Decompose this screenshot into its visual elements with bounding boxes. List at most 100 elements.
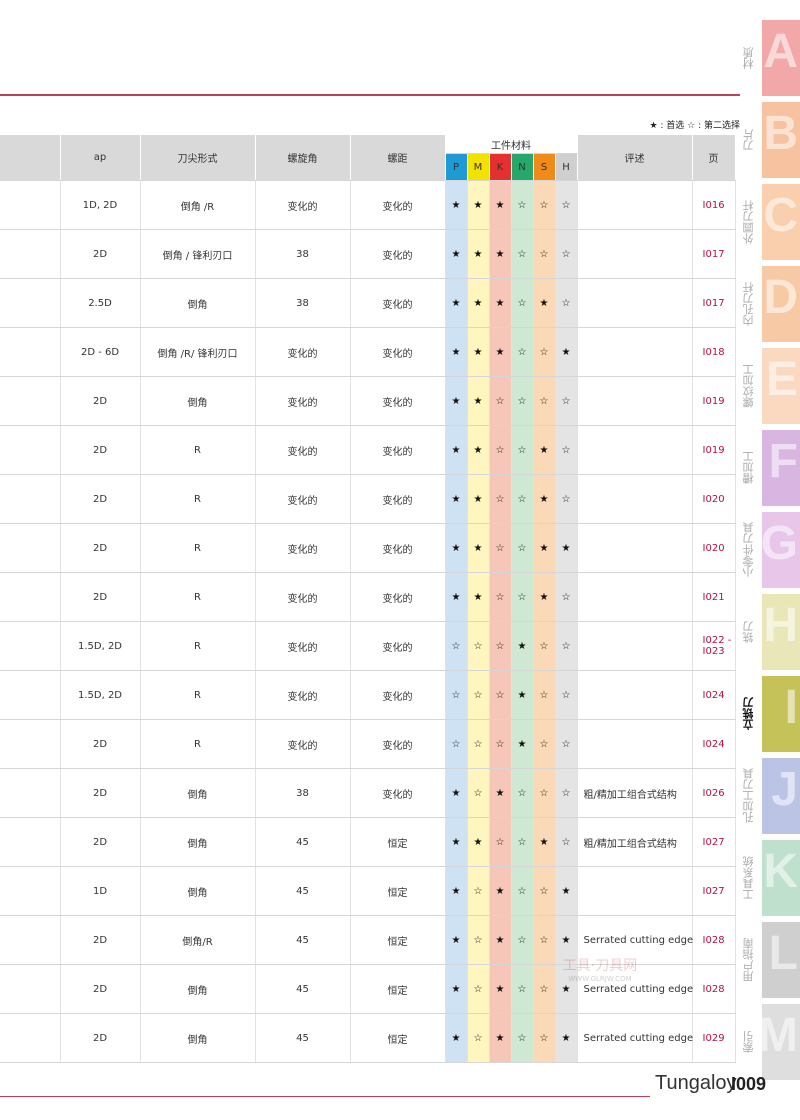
tab-label-d[interactable]: 内孔刀杆 [741, 272, 761, 336]
tab-i[interactable]: I [762, 676, 800, 752]
tab-label-i[interactable]: 立铣刀 [741, 682, 761, 746]
tab-label-k[interactable]: 工具系统 [741, 846, 761, 910]
brand-logo: Tungaloy [655, 1072, 737, 1094]
cell-material-n: ☆ [511, 180, 534, 230]
tab-label-b[interactable]: 刀片 [741, 108, 761, 172]
cell-material-s: ☆ [533, 621, 556, 671]
cell-helix: 45 [255, 866, 351, 916]
cell-pitch: 恒定 [350, 1013, 446, 1063]
cell-comment [577, 376, 693, 426]
cell-helix: 变化的 [255, 719, 351, 769]
cell-material-n: ☆ [511, 327, 534, 377]
row-blank [0, 1013, 61, 1063]
cell-page-link[interactable]: I026 [692, 768, 736, 818]
table-row: 1.5D, 2D R 变化的 变化的 ☆ ☆ ☆ ★ ☆ ☆ I022 - I023 [0, 621, 736, 671]
cell-page-link[interactable]: I024 [692, 719, 736, 769]
tab-c[interactable]: C [762, 184, 800, 260]
cell-material-p: ★ [445, 817, 468, 867]
header-helix: 螺旋角 [255, 135, 351, 181]
cell-material-n: ☆ [511, 964, 534, 1014]
tab-label-g[interactable]: 小零件刀具 [741, 518, 761, 582]
cell-page-link[interactable]: I027 [692, 817, 736, 867]
cell-comment [577, 474, 693, 524]
cell-material-h: ☆ [555, 572, 578, 622]
tab-a[interactable]: A [762, 20, 800, 96]
tab-label-f[interactable]: 槽加工 [741, 436, 761, 500]
cell-page-link[interactable]: I022 - I023 [692, 621, 736, 671]
cell-ap: 2D [60, 229, 141, 279]
cell-material-p: ★ [445, 964, 468, 1014]
tab-m[interactable]: M [758, 1004, 800, 1080]
cell-page-link[interactable]: I016 [692, 180, 736, 230]
cell-material-k: ★ [489, 180, 512, 230]
tab-label-a[interactable]: 材质 [741, 26, 761, 90]
tab-label-m[interactable]: 索引 [741, 1010, 761, 1074]
cell-comment [577, 866, 693, 916]
cell-helix: 变化的 [255, 376, 351, 426]
cell-material-k: ★ [489, 278, 512, 328]
cell-material-m: ★ [467, 474, 490, 524]
tab-g[interactable]: G [761, 512, 800, 588]
cell-material-p: ★ [445, 327, 468, 377]
cell-page-link[interactable]: I017 [692, 229, 736, 279]
cell-comment [577, 278, 693, 328]
tab-label-h[interactable]: 铣刀 [741, 600, 761, 664]
cell-material-p: ★ [445, 229, 468, 279]
cell-helix: 45 [255, 915, 351, 965]
cell-page-link[interactable]: I020 [692, 523, 736, 573]
tab-letter: H [763, 599, 798, 652]
tab-e[interactable]: E [762, 348, 800, 424]
cell-page-link[interactable]: I027 [692, 866, 736, 916]
cell-material-n: ☆ [511, 278, 534, 328]
row-blank [0, 817, 61, 867]
material-n: N [511, 153, 534, 181]
cell-material-m: ☆ [467, 768, 490, 818]
tab-label-e[interactable]: 螺纹加工 [741, 354, 761, 418]
tab-b[interactable]: B [762, 102, 800, 178]
cell-ap: 1.5D, 2D [60, 621, 141, 671]
cell-material-k: ☆ [489, 621, 512, 671]
tab-h[interactable]: H [762, 594, 800, 670]
cell-material-s: ★ [533, 817, 556, 867]
cell-page-link[interactable]: I020 [692, 474, 736, 524]
cell-material-h: ★ [555, 327, 578, 377]
cell-tip: 倒角 [140, 964, 256, 1014]
cell-pitch: 恒定 [350, 915, 446, 965]
cell-material-k: ☆ [489, 523, 512, 573]
cell-tip: 倒角 [140, 278, 256, 328]
tab-l[interactable]: L [762, 922, 800, 998]
cell-pitch: 变化的 [350, 180, 446, 230]
cell-material-n: ☆ [511, 915, 534, 965]
tab-f[interactable]: F [762, 430, 800, 506]
cell-page-link[interactable]: I029 [692, 1013, 736, 1063]
cell-material-s: ★ [533, 523, 556, 573]
tab-k[interactable]: K [762, 840, 800, 916]
cell-material-s: ☆ [533, 719, 556, 769]
cell-page-link[interactable]: I028 [692, 964, 736, 1014]
table-row: 2D 倒角 38 变化的 ★ ☆ ★ ☆ ☆ ☆ 粗/精加工组合式结构 I026 [0, 768, 736, 818]
cell-page-link[interactable]: I019 [692, 376, 736, 426]
cell-material-p: ☆ [445, 621, 468, 671]
cell-material-m: ★ [467, 229, 490, 279]
cell-pitch: 变化的 [350, 278, 446, 328]
bottom-rule [0, 1096, 650, 1097]
cell-material-n: ☆ [511, 474, 534, 524]
cell-page-link[interactable]: I024 [692, 670, 736, 720]
cell-material-h: ☆ [555, 474, 578, 524]
tab-d[interactable]: D [762, 266, 800, 342]
cell-material-m: ★ [467, 180, 490, 230]
cell-page-link[interactable]: I019 [692, 425, 736, 475]
table-row: 2D R 变化的 变化的 ★ ★ ☆ ☆ ★ ☆ I020 [0, 474, 736, 524]
tab-label-c[interactable]: 外圆刀杆 [741, 190, 761, 254]
tab-label-l[interactable]: 用户指南 [741, 928, 761, 992]
cell-page-link[interactable]: I021 [692, 572, 736, 622]
tab-j[interactable]: J [762, 758, 800, 834]
header-material: 工件材料 [445, 135, 578, 154]
cell-comment: Serrated cutting edge [577, 1013, 693, 1063]
tab-label-j[interactable]: 孔加工刀具 [741, 764, 761, 828]
cell-page-link[interactable]: I018 [692, 327, 736, 377]
cell-ap: 2D [60, 915, 141, 965]
cell-page-link[interactable]: I028 [692, 915, 736, 965]
cell-page-link[interactable]: I017 [692, 278, 736, 328]
cell-helix: 变化的 [255, 180, 351, 230]
